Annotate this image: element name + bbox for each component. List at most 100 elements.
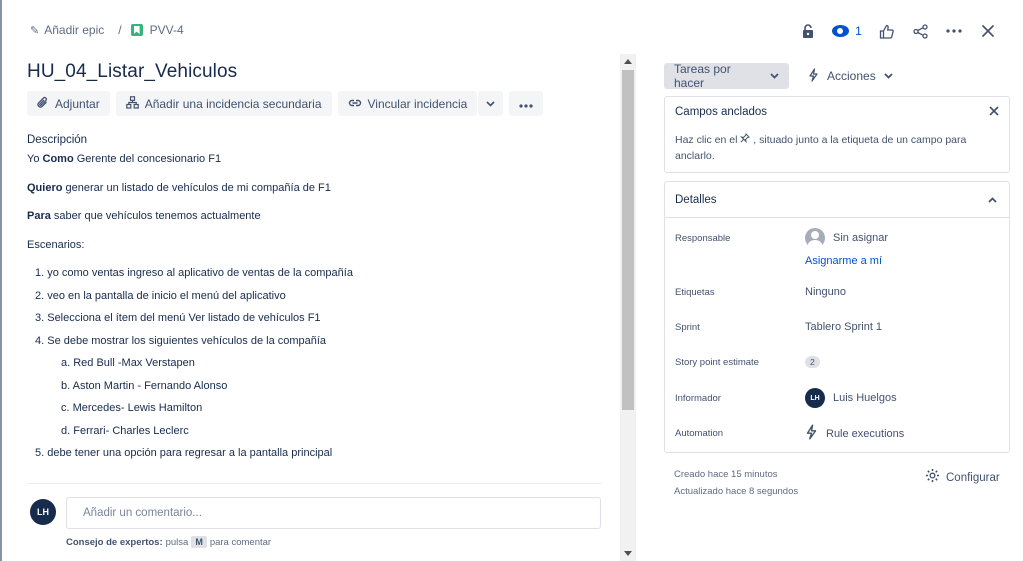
reporter-field: Informador LH Luis Huelgos — [675, 388, 897, 408]
issue-key-link[interactable]: PVV-4 — [150, 23, 184, 37]
more-actions-button[interactable] — [509, 91, 544, 116]
status-label: Tareas por hacer — [674, 62, 731, 90]
attach-button[interactable]: Adjuntar — [27, 91, 110, 116]
story-icon — [130, 24, 143, 36]
breadcrumb-separator: / — [118, 23, 122, 37]
want-text: generar un listado de vehículos de mi co… — [65, 182, 331, 194]
hierarchy-icon — [125, 95, 139, 112]
paperclip-icon — [37, 96, 49, 112]
story-points-label: Story point estimate — [675, 356, 759, 368]
chevron-up-icon — [988, 194, 997, 206]
actions-dropdown[interactable]: Acciones — [800, 63, 901, 89]
automation-value[interactable]: Rule executions — [805, 424, 904, 443]
issue-title[interactable]: HU_04_Listar_Vehiculos — [27, 61, 237, 83]
vehicle-item: a. Red Bull -Max Verstapen — [61, 357, 195, 369]
chevron-down-icon — [486, 99, 495, 109]
issue-toolbar: Adjuntar Añadir una incidencia secundari… — [27, 91, 544, 116]
pinned-help-pre: Haz clic en el — [675, 134, 738, 146]
lightning-icon — [808, 67, 819, 85]
configure-button[interactable]: Configurar — [925, 468, 1000, 487]
more-options-icon[interactable] — [937, 20, 971, 42]
window-edge — [0, 0, 2, 561]
sprint-field: Sprint Tablero Sprint 1 — [675, 321, 882, 333]
reporter-label: Informador — [675, 392, 721, 404]
link-issue-dropdown[interactable] — [478, 91, 504, 116]
add-epic-link[interactable]: Añadir epic — [44, 23, 104, 37]
scenario-step: 1. yo como ventas ingreso al aplicativo … — [35, 267, 353, 279]
lock-icon[interactable] — [791, 20, 825, 42]
pinned-fields-title: Campos anclados — [675, 106, 768, 118]
assign-to-me-link[interactable]: Asignarme a mí — [805, 255, 882, 267]
close-icon[interactable] — [971, 20, 1005, 42]
as-text: Gerente del concesionario F1 — [76, 153, 222, 165]
story-so-line: Para saber que vehículos tenemos actualm… — [27, 209, 602, 223]
current-user-avatar: LH — [30, 499, 56, 525]
comment-input[interactable]: Añadir un comentario... — [66, 497, 601, 529]
close-icon[interactable] — [989, 103, 999, 120]
labels-field: Etiquetas Ninguno — [675, 286, 846, 298]
details-header[interactable]: Detalles — [665, 182, 1009, 218]
so-text: saber que vehículos tenemos actualmente — [53, 210, 261, 222]
chevron-down-icon — [770, 71, 779, 81]
story-points-badge: 2 — [805, 356, 820, 368]
issue-header-actions: 1 — [791, 20, 1005, 42]
scenarios-label: Escenarios: — [27, 239, 85, 251]
gear-icon — [925, 468, 940, 487]
created-timestamp: Creado hace 15 minutos — [674, 469, 778, 480]
sprint-value[interactable]: Tablero Sprint 1 — [805, 321, 882, 333]
watch-button[interactable]: 1 — [825, 20, 869, 42]
sprint-label: Sprint — [675, 321, 700, 333]
add-child-issue-label: Añadir una incidencia secundaria — [144, 96, 322, 111]
link-icon — [348, 96, 362, 111]
scenario-step: 2. veo en la pantalla de inicio el menú … — [35, 289, 286, 302]
pinned-fields-card: Campos anclados Haz clic en el , situado… — [664, 96, 1010, 173]
description-section[interactable]: Descripción Yo Como Gerente del concesio… — [27, 134, 602, 469]
story-as-line: Yo Como Gerente del concesionario F1 — [27, 152, 602, 166]
eye-icon — [832, 25, 850, 37]
assignee-label: Responsable — [675, 232, 731, 244]
assignee-value[interactable]: Sin asignar — [805, 228, 888, 248]
scroll-up-arrow[interactable] — [624, 59, 632, 64]
scroll-thumb[interactable] — [622, 70, 634, 410]
scrollbar[interactable] — [620, 54, 636, 561]
vehicle-item: b. Aston Martin - Fernando Alonso — [61, 379, 228, 392]
labels-value[interactable]: Ninguno — [805, 286, 846, 298]
quiero-keyword: Quiero — [27, 182, 63, 194]
vehicle-item: d. Ferrari- Charles Leclerc — [61, 424, 189, 437]
assign-to-me-field: Asignarme a mí — [805, 255, 882, 267]
thumbs-up-icon[interactable] — [869, 20, 903, 42]
watch-count: 1 — [855, 24, 862, 38]
scenario-step: 5. debe tener una opción para regresar a… — [35, 447, 333, 459]
shortcut-key: M — [191, 536, 207, 548]
reporter-avatar: LH — [805, 388, 825, 408]
scenario-step: 4. Se debe mostrar los siguientes vehícu… — [35, 334, 602, 438]
link-issue-label: Vincular incidencia — [367, 96, 468, 111]
story-want-line: Quiero generar un listado de vehículos d… — [27, 181, 602, 195]
comment-divider — [27, 483, 602, 484]
tip-pre: pulsa — [165, 536, 189, 548]
actions-label: Acciones — [827, 69, 876, 83]
como-keyword: Como — [42, 153, 74, 165]
vehicle-list: a. Red Bull -Max Verstapen b. Aston Mart… — [35, 356, 602, 438]
scroll-down-arrow[interactable] — [624, 551, 632, 556]
story-points-field: Story point estimate 2 — [675, 356, 820, 368]
details-title: Detalles — [675, 193, 717, 206]
unassigned-avatar-icon — [805, 228, 825, 248]
configure-label: Configurar — [946, 471, 1000, 484]
vehicle-item: c. Mercedes- Lewis Hamilton — [61, 402, 203, 414]
lightning-icon — [805, 424, 818, 443]
tip-post: para comentar — [209, 536, 272, 548]
share-icon[interactable] — [903, 20, 937, 42]
pin-icon — [740, 133, 753, 146]
para-keyword: Para — [27, 210, 51, 222]
story-points-value[interactable]: 2 — [805, 356, 820, 368]
automation-field: Automation Rule executions — [675, 424, 904, 443]
description-label: Descripción — [27, 134, 88, 146]
breadcrumb: ✎ Añadir epic / PVV-4 — [30, 23, 184, 37]
add-child-issue-button[interactable]: Añadir una incidencia secundaria — [115, 91, 332, 116]
assignee-text: Sin asignar — [833, 232, 889, 244]
status-dropdown[interactable]: Tareas por hacer — [664, 62, 789, 90]
pinned-fields-help: Haz clic en el , situado junto a la etiq… — [675, 133, 995, 164]
link-issue-button[interactable]: Vincular incidencia — [337, 91, 478, 116]
reporter-value[interactable]: LH Luis Huelgos — [805, 388, 897, 408]
